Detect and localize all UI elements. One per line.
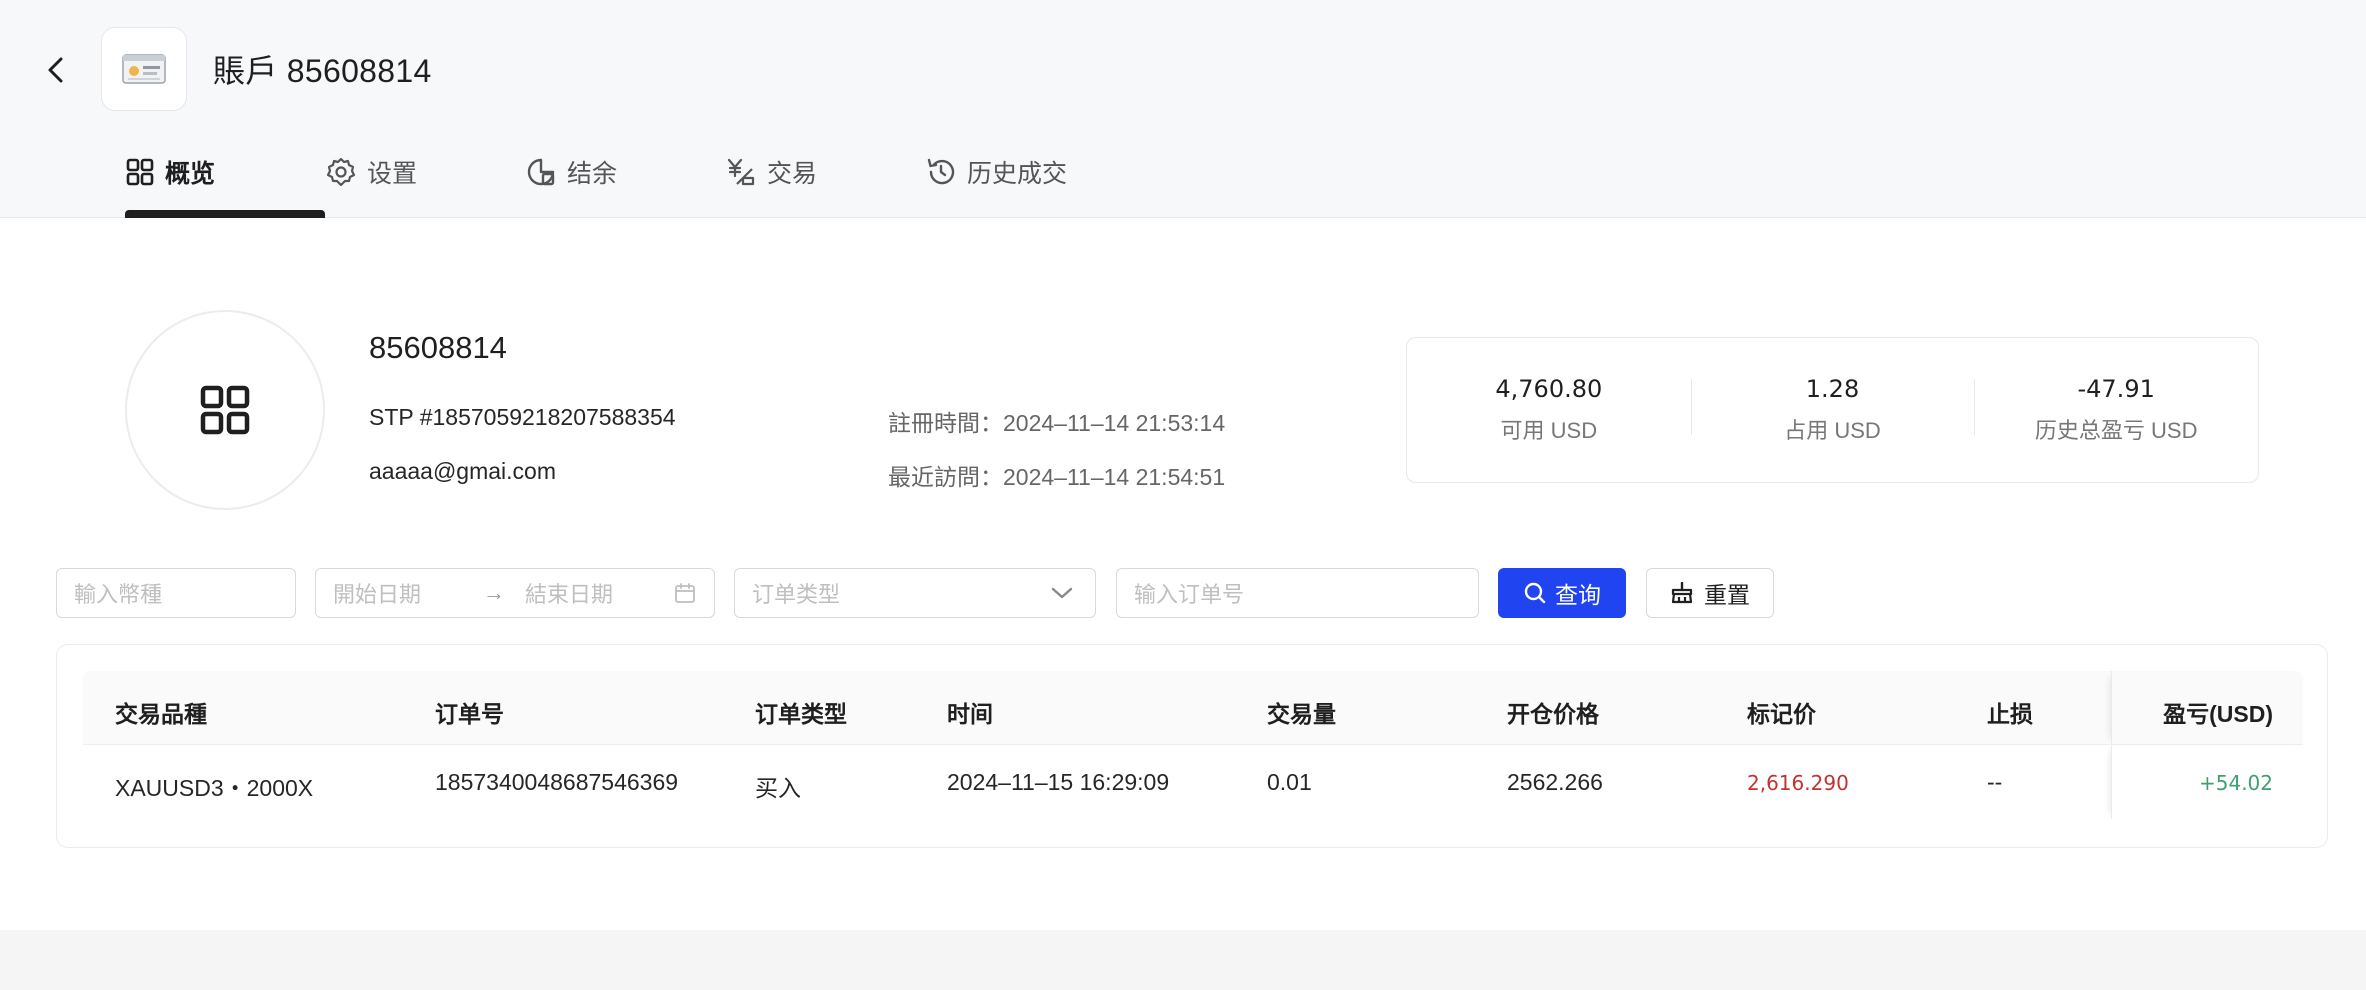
- cell-order-type: 买入: [755, 775, 801, 801]
- start-date-input[interactable]: 開始日期: [333, 577, 483, 609]
- cell-time: 2024–11–15 16:29:09: [947, 769, 1170, 795]
- cell-order-no: 1857340048687546369: [435, 769, 679, 795]
- chevron-left-icon: [48, 57, 63, 83]
- col-header-order-type: 订单类型: [755, 701, 847, 727]
- tab-bar: 概览 设置 结余 交易 历史成交: [125, 140, 1125, 218]
- tab-balance[interactable]: 结余: [525, 140, 725, 204]
- reset-button-label: 重置: [1704, 582, 1750, 608]
- chevron-down-icon: [1051, 587, 1073, 599]
- query-button[interactable]: 查询: [1498, 568, 1626, 618]
- tab-history[interactable]: 历史成交: [925, 140, 1125, 204]
- stp-id: STP #1857059218207588354: [369, 404, 676, 430]
- tab-overview[interactable]: 概览: [125, 140, 325, 218]
- col-header-order-no: 订单号: [435, 701, 504, 727]
- trade-icon: [727, 158, 755, 186]
- date-range-picker[interactable]: 開始日期 → 結束日期: [315, 568, 715, 618]
- account-email: aaaaa@gmai.com: [369, 458, 556, 484]
- cell-open-price: 2562.266: [1507, 769, 1603, 795]
- col-header-symbol: 交易品種: [115, 701, 207, 727]
- col-header-volume: 交易量: [1267, 701, 1336, 727]
- history-icon: [927, 158, 955, 185]
- stat-available-value: 4,760.80: [1495, 375, 1603, 403]
- order-type-select[interactable]: 订单类型: [734, 568, 1096, 618]
- table-row[interactable]: XAUUSD3・2000X 1857340048687546369 买入 202…: [83, 745, 2303, 819]
- tab-history-label: 历史成交: [967, 160, 1068, 188]
- cell-stop-loss: --: [1987, 769, 2003, 795]
- stat-occupied-value: 1.28: [1805, 375, 1860, 403]
- col-header-pnl: 盈亏(USD): [2163, 701, 2273, 727]
- order-type-placeholder: 订单类型: [752, 582, 841, 607]
- back-button[interactable]: [38, 52, 74, 88]
- calendar-icon: [675, 583, 695, 603]
- stat-total-pnl-value: -47.91: [2077, 375, 2155, 403]
- cell-symbol: XAUUSD3・2000X: [115, 775, 314, 801]
- tab-trade-label: 交易: [767, 160, 818, 188]
- balance-icon: [527, 158, 555, 186]
- pnl-column-cell: +54.02: [2111, 745, 2303, 819]
- table-header: 交易品種 订单号 订单类型 时间 交易量 开仓价格 标记价 止损 盈亏(USD): [83, 671, 2303, 745]
- reset-button[interactable]: 重置: [1646, 568, 1774, 618]
- order-number-input[interactable]: 输入订单号: [1116, 568, 1479, 618]
- grid-icon: [126, 158, 154, 186]
- stat-available-label: 可用 USD: [1500, 418, 1598, 443]
- orders-table: 交易品種 订单号 订单类型 时间 交易量 开仓价格 标记价 止损 盈亏(USD)…: [56, 644, 2328, 848]
- stat-occupied: 1.28 占用 USD: [1690, 375, 1975, 445]
- col-header-time: 时间: [947, 701, 993, 727]
- page-footer: [0, 930, 2366, 990]
- page-header: 賬戶 85608814 概览 设置 结余 交易 历史成交: [0, 0, 2366, 218]
- tab-settings[interactable]: 设置: [325, 140, 525, 204]
- stat-total-pnl: -47.91 历史总盈亏 USD: [1974, 375, 2258, 445]
- tab-overview-label: 概览: [165, 160, 216, 188]
- col-header-open-price: 开仓价格: [1507, 701, 1599, 727]
- avatar: [125, 310, 325, 510]
- col-header-mark-price: 标记价: [1747, 701, 1816, 727]
- page-title: 賬戶 85608814: [213, 53, 432, 89]
- registered-time: 註冊時間：2024–11–14 21:53:14: [888, 410, 1226, 436]
- tab-trade[interactable]: 交易: [725, 140, 925, 204]
- currency-input[interactable]: 輸入幣種: [56, 568, 296, 618]
- cell-volume: 0.01: [1267, 769, 1312, 795]
- account-logo: [101, 27, 187, 111]
- col-header-stop-loss: 止损: [1987, 701, 2033, 727]
- query-button-label: 查询: [1555, 582, 1601, 608]
- stat-occupied-label: 占用 USD: [1784, 418, 1881, 443]
- order-number-placeholder: 输入订单号: [1134, 582, 1245, 607]
- cell-mark-price: 2,616.290: [1747, 771, 1849, 795]
- id-card-icon: [122, 54, 166, 84]
- broom-icon: [1671, 582, 1693, 604]
- stats-card: 4,760.80 可用 USD 1.28 占用 USD -47.91 历史总盈亏…: [1406, 337, 2259, 483]
- last-visit-time: 最近訪問：2024–11–14 21:54:51: [888, 464, 1226, 490]
- tab-balance-label: 结余: [567, 160, 618, 188]
- pnl-column-header: 盈亏(USD): [2111, 671, 2303, 744]
- stat-available: 4,760.80 可用 USD: [1407, 375, 1691, 445]
- account-number: 85608814: [369, 330, 507, 365]
- main-content: 85608814 STP #1857059218207588354 aaaaa@…: [0, 218, 2366, 930]
- stat-total-pnl-label: 历史总盈亏 USD: [2034, 418, 2198, 443]
- grid-icon: [200, 385, 250, 435]
- end-date-input[interactable]: 結束日期: [525, 577, 674, 609]
- date-range-arrow: →: [483, 580, 505, 605]
- tab-settings-label: 设置: [367, 160, 418, 188]
- gear-icon: [326, 157, 356, 187]
- search-icon: [1524, 582, 1546, 604]
- cell-pnl: +54.02: [2198, 771, 2273, 795]
- currency-input-placeholder: 輸入幣種: [74, 582, 163, 607]
